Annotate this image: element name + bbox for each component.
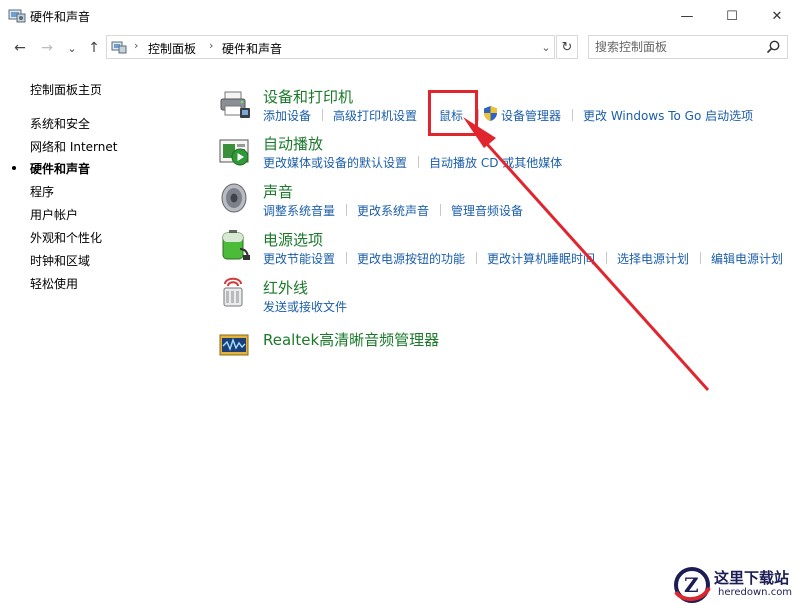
- sidebar-item-network-internet[interactable]: 网络和 Internet: [30, 138, 117, 155]
- watermark-logo: Z: [674, 567, 711, 603]
- site-watermark: Z 这里下载站 heredown.com: [672, 566, 801, 604]
- task-change-sleep-time[interactable]: 更改计算机睡眠时间: [487, 250, 595, 267]
- task-separator: [418, 156, 419, 168]
- task-separator: [346, 204, 347, 216]
- maximize-button[interactable]: ☐: [710, 0, 754, 32]
- task-separator: [322, 109, 323, 121]
- annotation-arrow: [463, 117, 710, 392]
- task-manage-audio-devices[interactable]: 管理音频设备: [451, 202, 523, 219]
- current-item-bullet: [12, 166, 16, 170]
- task-separator: [606, 252, 607, 264]
- task-change-power-saving[interactable]: 更改节能设置: [263, 250, 335, 267]
- sidebar-item-system-security[interactable]: 系统和安全: [30, 115, 90, 132]
- task-device-manager[interactable]: 设备管理器: [501, 107, 561, 124]
- control-panel-app-icon: [8, 9, 26, 23]
- task-change-system-sounds[interactable]: 更改系统声音: [357, 202, 429, 219]
- sidebar-item-ease-of-access[interactable]: 轻松使用: [30, 275, 78, 292]
- close-button[interactable]: ✕: [755, 0, 799, 32]
- search-icon[interactable]: [765, 39, 781, 55]
- minimize-button[interactable]: —: [665, 0, 709, 32]
- watermark-logo-letter: Z: [684, 573, 699, 597]
- task-adjust-volume[interactable]: 调整系统音量: [263, 202, 335, 219]
- watermark-url: heredown.com: [718, 587, 793, 598]
- uac-shield-icon: [484, 106, 497, 121]
- printer-icon[interactable]: [218, 88, 252, 120]
- task-separator: [440, 204, 441, 216]
- task-advanced-printer-setup[interactable]: 高级打印机设置: [333, 107, 417, 124]
- title-bar: 硬件和声音 — ☐ ✕: [0, 0, 801, 32]
- task-separator: [346, 252, 347, 264]
- task-change-media-defaults[interactable]: 更改媒体或设备的默认设置: [263, 154, 407, 171]
- control-panel-icon: [111, 41, 127, 54]
- task-windows-to-go[interactable]: 更改 Windows To Go 启动选项: [583, 107, 753, 124]
- task-choose-power-plan[interactable]: 选择电源计划: [617, 250, 689, 267]
- category-title-sound[interactable]: 声音: [263, 181, 293, 202]
- breadcrumb-hardware-sound[interactable]: 硬件和声音: [222, 40, 282, 57]
- category-title-infrared[interactable]: 红外线: [263, 277, 308, 298]
- task-separator: [572, 109, 573, 121]
- back-button[interactable]: ←: [11, 39, 29, 57]
- task-edit-power-plan[interactable]: 编辑电源计划: [711, 250, 783, 267]
- address-dropdown-button[interactable]: ⌄: [537, 35, 555, 59]
- sidebar-item-control-panel-home[interactable]: 控制面板主页: [30, 81, 102, 98]
- sidebar-item-user-accounts[interactable]: 用户帐户: [30, 206, 78, 223]
- recent-locations-dropdown[interactable]: ⌄: [63, 39, 81, 57]
- breadcrumb-control-panel[interactable]: 控制面板: [148, 40, 196, 57]
- task-separator: [476, 252, 477, 264]
- autoplay-icon[interactable]: [218, 135, 252, 167]
- address-bar[interactable]: › 控制面板 › 硬件和声音: [106, 35, 555, 59]
- sidebar-item-hardware-sound: 硬件和声音: [30, 162, 91, 176]
- task-add-device[interactable]: 添加设备: [263, 107, 311, 124]
- search-input[interactable]: [595, 39, 755, 55]
- sidebar-item-clock-region[interactable]: 时钟和区域: [30, 252, 90, 269]
- category-title-devices-printers[interactable]: 设备和打印机: [263, 86, 353, 107]
- breadcrumb-separator: ›: [209, 39, 214, 52]
- watermark-title: 这里下载站: [714, 569, 790, 587]
- task-change-power-button[interactable]: 更改电源按钮的功能: [357, 250, 465, 267]
- category-title-realtek[interactable]: Realtek高清晰音频管理器: [263, 329, 439, 350]
- battery-icon[interactable]: [218, 229, 252, 261]
- category-title-autoplay[interactable]: 自动播放: [263, 133, 323, 154]
- infrared-icon[interactable]: [218, 276, 252, 308]
- sidebar-item-programs[interactable]: 程序: [30, 183, 54, 200]
- task-send-receive-files[interactable]: 发送或接收文件: [263, 298, 347, 315]
- up-button[interactable]: ↑: [85, 39, 103, 57]
- speaker-icon[interactable]: [218, 182, 252, 214]
- refresh-button[interactable]: ↻: [556, 35, 578, 59]
- sidebar-item-appearance[interactable]: 外观和个性化: [30, 229, 102, 246]
- task-autoplay-cd[interactable]: 自动播放 CD 或其他媒体: [429, 154, 562, 171]
- forward-button[interactable]: →: [38, 39, 56, 57]
- task-separator: [478, 109, 479, 121]
- category-title-power-options[interactable]: 电源选项: [263, 229, 323, 250]
- breadcrumb-separator: ›: [134, 39, 139, 52]
- search-box[interactable]: [588, 35, 788, 59]
- window-title: 硬件和声音: [30, 10, 91, 24]
- highlight-box: [428, 90, 478, 136]
- realtek-audio-icon[interactable]: [218, 329, 252, 361]
- task-separator: [700, 252, 701, 264]
